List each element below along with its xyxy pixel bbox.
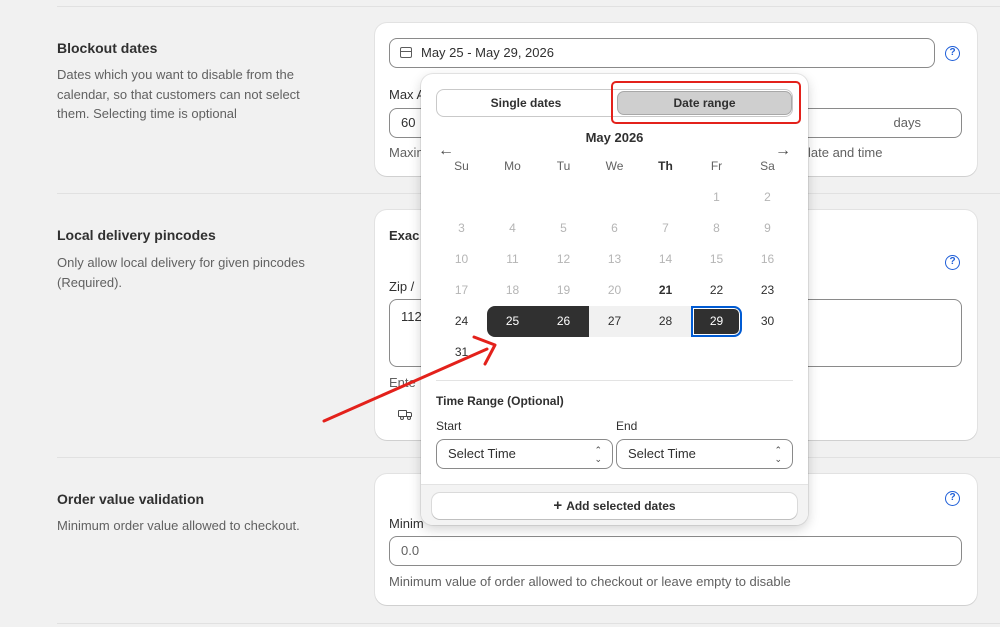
- zip-label: Zip /: [389, 279, 415, 294]
- max-advance-help-right: late and time: [808, 145, 883, 160]
- time-range-title: Time Range (Optional): [436, 394, 564, 408]
- calendar-day: 10: [454, 252, 469, 266]
- calendar-day: 7: [662, 221, 669, 235]
- arrow-left-icon[interactable]: ←: [438, 142, 454, 160]
- date-picker-popover: Single dates Date range May 2026 ← → Su M…: [421, 74, 808, 525]
- calendar-day[interactable]: 21: [640, 275, 691, 306]
- section-divider: [57, 6, 1000, 7]
- calendar-day: 16: [760, 252, 775, 266]
- zip-help: Ente: [389, 375, 416, 390]
- calendar-day: 9: [764, 221, 771, 235]
- zip-value: 112: [401, 309, 422, 324]
- calendar-icon: [400, 47, 412, 58]
- order-value-description: Minimum order value allowed to checkout.: [57, 518, 300, 533]
- days-suffix: days: [893, 115, 921, 130]
- question-circle-icon[interactable]: ?: [945, 255, 960, 270]
- order-value-title: Order value validation: [57, 491, 205, 507]
- calendar-day[interactable]: 23: [742, 275, 793, 306]
- start-label: Start: [436, 419, 462, 433]
- min-order-label: Minim: [389, 516, 424, 531]
- calendar-day: 8: [713, 221, 720, 235]
- weekday-label: Tu: [556, 159, 571, 173]
- month-title: May 2026: [585, 130, 644, 145]
- weekday-label: Su: [454, 159, 469, 173]
- calendar-day[interactable]: 24: [436, 306, 487, 337]
- calendar-day: 4: [509, 221, 516, 235]
- calendar-day: 6: [611, 221, 618, 235]
- chevron-updown-icon: ⌃ ⌄: [774, 445, 782, 464]
- weekday-label: Sa: [760, 159, 775, 173]
- calendar-day: 14: [658, 252, 673, 266]
- max-advance-label: Max A: [389, 87, 426, 102]
- annotation-highlight-box: [611, 81, 801, 124]
- plus-icon: +: [553, 497, 563, 514]
- add-selected-dates-label: Add selected dates: [566, 499, 676, 513]
- section-divider: [57, 623, 1000, 624]
- blockout-date-value: May 25 - May 29, 2026: [421, 45, 554, 60]
- blockout-title: Blockout dates: [57, 40, 158, 56]
- calendar-day: 12: [556, 252, 571, 266]
- tab-single-dates[interactable]: Single dates: [437, 90, 615, 116]
- end-time-select[interactable]: Select Time ⌃ ⌄: [616, 439, 793, 469]
- exact-match-label: Exac: [389, 228, 420, 243]
- calendar-day[interactable]: 26: [538, 306, 589, 337]
- calendar-day[interactable]: 31: [436, 337, 487, 368]
- add-selected-dates-button[interactable]: + Add selected dates: [432, 493, 797, 519]
- min-order-value: 0.0: [401, 543, 420, 558]
- calendar-day: 5: [560, 221, 567, 235]
- calendar-day[interactable]: 28: [640, 306, 691, 337]
- min-order-help: Minimum value of order allowed to checko…: [389, 574, 791, 589]
- truck-icon: [398, 409, 413, 420]
- start-time-select[interactable]: Select Time ⌃ ⌄: [436, 439, 613, 469]
- calendar-day[interactable]: 25: [487, 306, 538, 337]
- end-label: End: [616, 419, 638, 433]
- calendar-day: 19: [556, 283, 571, 297]
- weekday-label: Mo: [504, 159, 521, 173]
- calendar-day: 3: [458, 221, 465, 235]
- calendar-day: 2: [764, 190, 771, 204]
- calendar-day[interactable]: 22: [691, 275, 742, 306]
- calendar-day: 20: [607, 283, 622, 297]
- max-advance-value: 60: [401, 115, 416, 130]
- calendar-day: 15: [709, 252, 724, 266]
- question-circle-icon[interactable]: ?: [945, 46, 960, 61]
- pincodes-description: Only allow local delivery for given pinc…: [57, 255, 305, 290]
- question-circle-icon[interactable]: ?: [945, 491, 960, 506]
- weekday-label: Fr: [710, 159, 723, 173]
- calendar-day: 18: [505, 283, 520, 297]
- start-time-value: Select Time: [448, 446, 516, 461]
- chevron-updown-icon: ⌃ ⌄: [594, 445, 602, 464]
- blockout-date-field[interactable]: May 25 - May 29, 2026: [389, 38, 935, 68]
- min-order-input[interactable]: 0.0: [389, 536, 962, 566]
- calendar-day: 1: [713, 190, 720, 204]
- pincodes-title: Local delivery pincodes: [57, 227, 216, 243]
- time-range-separator: [436, 380, 793, 381]
- picker-footer: + Add selected dates: [421, 484, 808, 525]
- end-time-value: Select Time: [628, 446, 696, 461]
- calendar-day[interactable]: 30: [742, 306, 793, 337]
- calendar-day: 17: [454, 283, 469, 297]
- calendar-day[interactable]: 29: [691, 306, 742, 337]
- blockout-description: Dates which you want to disable from the…: [57, 67, 300, 121]
- arrow-right-icon[interactable]: →: [775, 142, 791, 160]
- calendar-day[interactable]: 27: [589, 306, 640, 337]
- calendar-day: 13: [607, 252, 622, 266]
- calendar-day: 11: [506, 252, 519, 266]
- weekday-label: Th: [658, 159, 673, 173]
- weekday-label: We: [605, 159, 624, 173]
